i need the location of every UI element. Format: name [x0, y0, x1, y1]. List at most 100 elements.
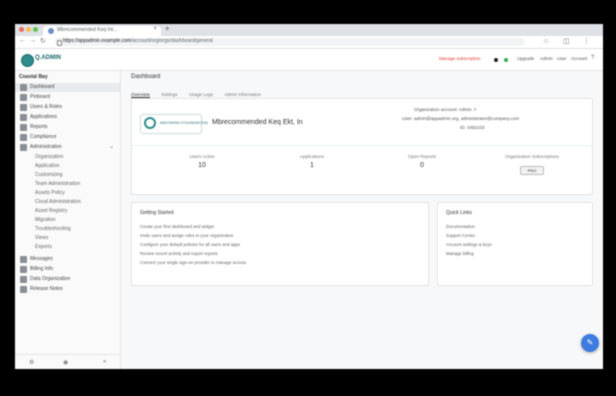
header-link-account[interactable]: Account — [571, 56, 587, 61]
sidebar-item-pinboard[interactable]: Pinboard — [15, 93, 120, 102]
sidebar-subitem-label: Cloud Administration — [35, 199, 81, 205]
sidebar-item-reports[interactable]: Reports — [15, 123, 120, 132]
sidebar-subitem[interactable]: Exports — [15, 243, 120, 252]
tab-title: Mbrecommended Keq Int... — [57, 27, 118, 33]
sidebar-subitem[interactable]: Customizing — [15, 171, 120, 180]
organization-account-link[interactable]: Organization account: Admin ↗ — [414, 107, 477, 113]
divider — [132, 145, 592, 146]
card-title: Quick Links — [446, 210, 472, 216]
sidebar-subitem-label: Application — [35, 163, 60, 169]
organization-id: ID: 4392103 — [460, 125, 485, 130]
sidebar-item-applications[interactable]: Applications — [15, 113, 120, 122]
sidebar-subitem-label: Asset Registry — [35, 208, 68, 214]
sidebar-item-label: Applications — [30, 114, 57, 120]
tab-admin-information[interactable]: Admin Information — [224, 92, 261, 97]
user-icon[interactable]: ◉ — [63, 359, 68, 366]
quick-link[interactable]: Documentation — [446, 224, 475, 229]
browser-tab[interactable]: Mbrecommended Keq Int... × — [43, 26, 161, 36]
quick-link[interactable]: Manage billing — [446, 251, 474, 256]
sidebar-item-release-notes[interactable]: Release Notes — [15, 285, 120, 294]
star-icon[interactable]: ☆ — [543, 37, 549, 45]
stat-users-active: Users Active 10 — [152, 154, 252, 169]
card-title: Getting Started — [140, 210, 174, 216]
tip-link[interactable]: Review recent activity and export report… — [140, 251, 218, 256]
window-minimize-button[interactable] — [26, 27, 31, 32]
new-tab-button[interactable]: + — [165, 24, 170, 33]
tip-link[interactable]: Create your first dashboard and widget — [140, 224, 214, 229]
sidebar-subitem[interactable]: Troubleshooting — [15, 225, 120, 234]
report-icon — [20, 124, 27, 131]
billing-icon — [20, 266, 27, 273]
collapse-icon[interactable]: « — [103, 359, 106, 365]
window-maximize-button[interactable] — [33, 27, 38, 32]
sidebar-subitem-label: Organization — [35, 154, 64, 160]
sidebar-subitem[interactable]: Asset Registry — [15, 207, 120, 216]
stat-label: Open Reports — [407, 154, 436, 159]
subscription-link[interactable]: Manage subscription — [439, 56, 481, 61]
organization-logo: MIKOWSKI FOUNDATION — [140, 114, 208, 134]
apps-icon — [20, 114, 27, 121]
browser-tab-bar: Mbrecommended Keq Int... × + — [15, 24, 603, 36]
screen: Mbrecommended Keq Int... × + ← → ↻ https… — [15, 24, 603, 369]
sidebar-subitem-label: Troubleshooting — [35, 226, 71, 232]
status-indicator — [494, 58, 498, 62]
sidebar-item-label: Compliance — [30, 134, 57, 140]
subscription-toggle[interactable]: PRO — [520, 166, 544, 175]
address-bar[interactable]: https://appadmin.example.com/account/org… — [55, 38, 525, 46]
settings-icon[interactable]: ⚙ — [29, 359, 34, 366]
sidebar-subitem[interactable]: Cloud Administration — [15, 198, 120, 207]
stat-value: 1 — [310, 162, 314, 169]
sidebar-item-label: Users & Roles — [30, 104, 62, 110]
sidebar-subitem-label: Assets Policy — [35, 190, 65, 196]
url-text: https://appadmin.example.com/account/org… — [63, 38, 213, 44]
sidebar-subitem[interactable]: Organization — [15, 153, 120, 162]
page-title: Dashboard — [131, 74, 161, 80]
arrow-left-icon[interactable]: ← — [19, 37, 26, 44]
page-tabs: Overview Settings Usage Logs Admin Infor… — [131, 83, 601, 98]
sidebar-subitem-label: Team Administration — [35, 181, 81, 187]
tab-close-icon[interactable]: × — [153, 26, 157, 32]
sidebar-subitem[interactable]: Team Administration — [15, 180, 120, 189]
sidebar-item-messages[interactable]: Messages — [15, 255, 120, 264]
sidebar-subitem[interactable]: Migration — [15, 216, 120, 225]
sidebar-item-billing[interactable]: Billing Info — [15, 265, 120, 274]
chevron-down-icon: ⌄ — [108, 144, 114, 150]
sidebar-subitem[interactable]: Application — [15, 162, 120, 171]
tip-link[interactable]: Invite users and assign roles to your or… — [140, 233, 233, 238]
quick-link[interactable]: Support Center — [446, 233, 475, 238]
arrow-right-icon[interactable]: → — [29, 37, 36, 44]
quick-link[interactable]: Account settings & keys — [446, 242, 492, 247]
extension-icon[interactable]: ◫ — [563, 37, 570, 45]
header-link-upgrade[interactable]: Upgrade — [517, 56, 534, 61]
sidebar-item-data-organization[interactable]: Data Organization — [15, 275, 120, 284]
sidebar-item-compliance[interactable]: Compliance — [15, 133, 120, 142]
sidebar-item-administration[interactable]: Administration ⌄ — [15, 143, 120, 152]
chat-icon[interactable]: ✎ — [581, 334, 599, 352]
organization-name: Mbrecommended Keq Ekt, In — [212, 119, 303, 126]
sidebar-item-dashboard[interactable]: Dashboard — [15, 83, 120, 92]
stat-label: Users Active — [189, 154, 215, 159]
sidebar-subitem[interactable]: Assets Policy — [15, 189, 120, 198]
window-close-button[interactable] — [19, 27, 24, 32]
sidebar-header: Coastal Bay — [19, 74, 48, 80]
stat-applications: Applications 1 — [262, 154, 362, 169]
app-logo[interactable] — [21, 54, 34, 67]
tab-usage-logs[interactable]: Usage Logs — [189, 92, 213, 97]
message-icon — [20, 256, 27, 263]
help-icon[interactable]: ? — [591, 55, 594, 61]
sidebar-item-label: Billing Info — [30, 266, 54, 272]
sidebar-subitem[interactable]: Views — [15, 234, 120, 243]
tip-link[interactable]: Connect your single sign-on provider to … — [140, 260, 246, 265]
reload-icon[interactable]: ↻ — [40, 37, 46, 45]
more-vertical-icon[interactable]: ⋮ — [583, 37, 590, 45]
tab-settings[interactable]: Settings — [161, 92, 177, 97]
favicon-icon — [48, 28, 54, 34]
sidebar-item-label: Pinboard — [30, 94, 51, 100]
lock-icon — [57, 40, 62, 46]
tip-link[interactable]: Configure your default policies for all … — [140, 242, 240, 247]
header-link-user[interactable]: User — [557, 56, 567, 61]
header-link-admin[interactable]: Admin — [540, 56, 553, 61]
sidebar-item-label: Release Notes — [30, 286, 63, 292]
sidebar-subitem-label: Views — [35, 235, 49, 241]
sidebar-item-users[interactable]: Users & Roles — [15, 103, 120, 112]
